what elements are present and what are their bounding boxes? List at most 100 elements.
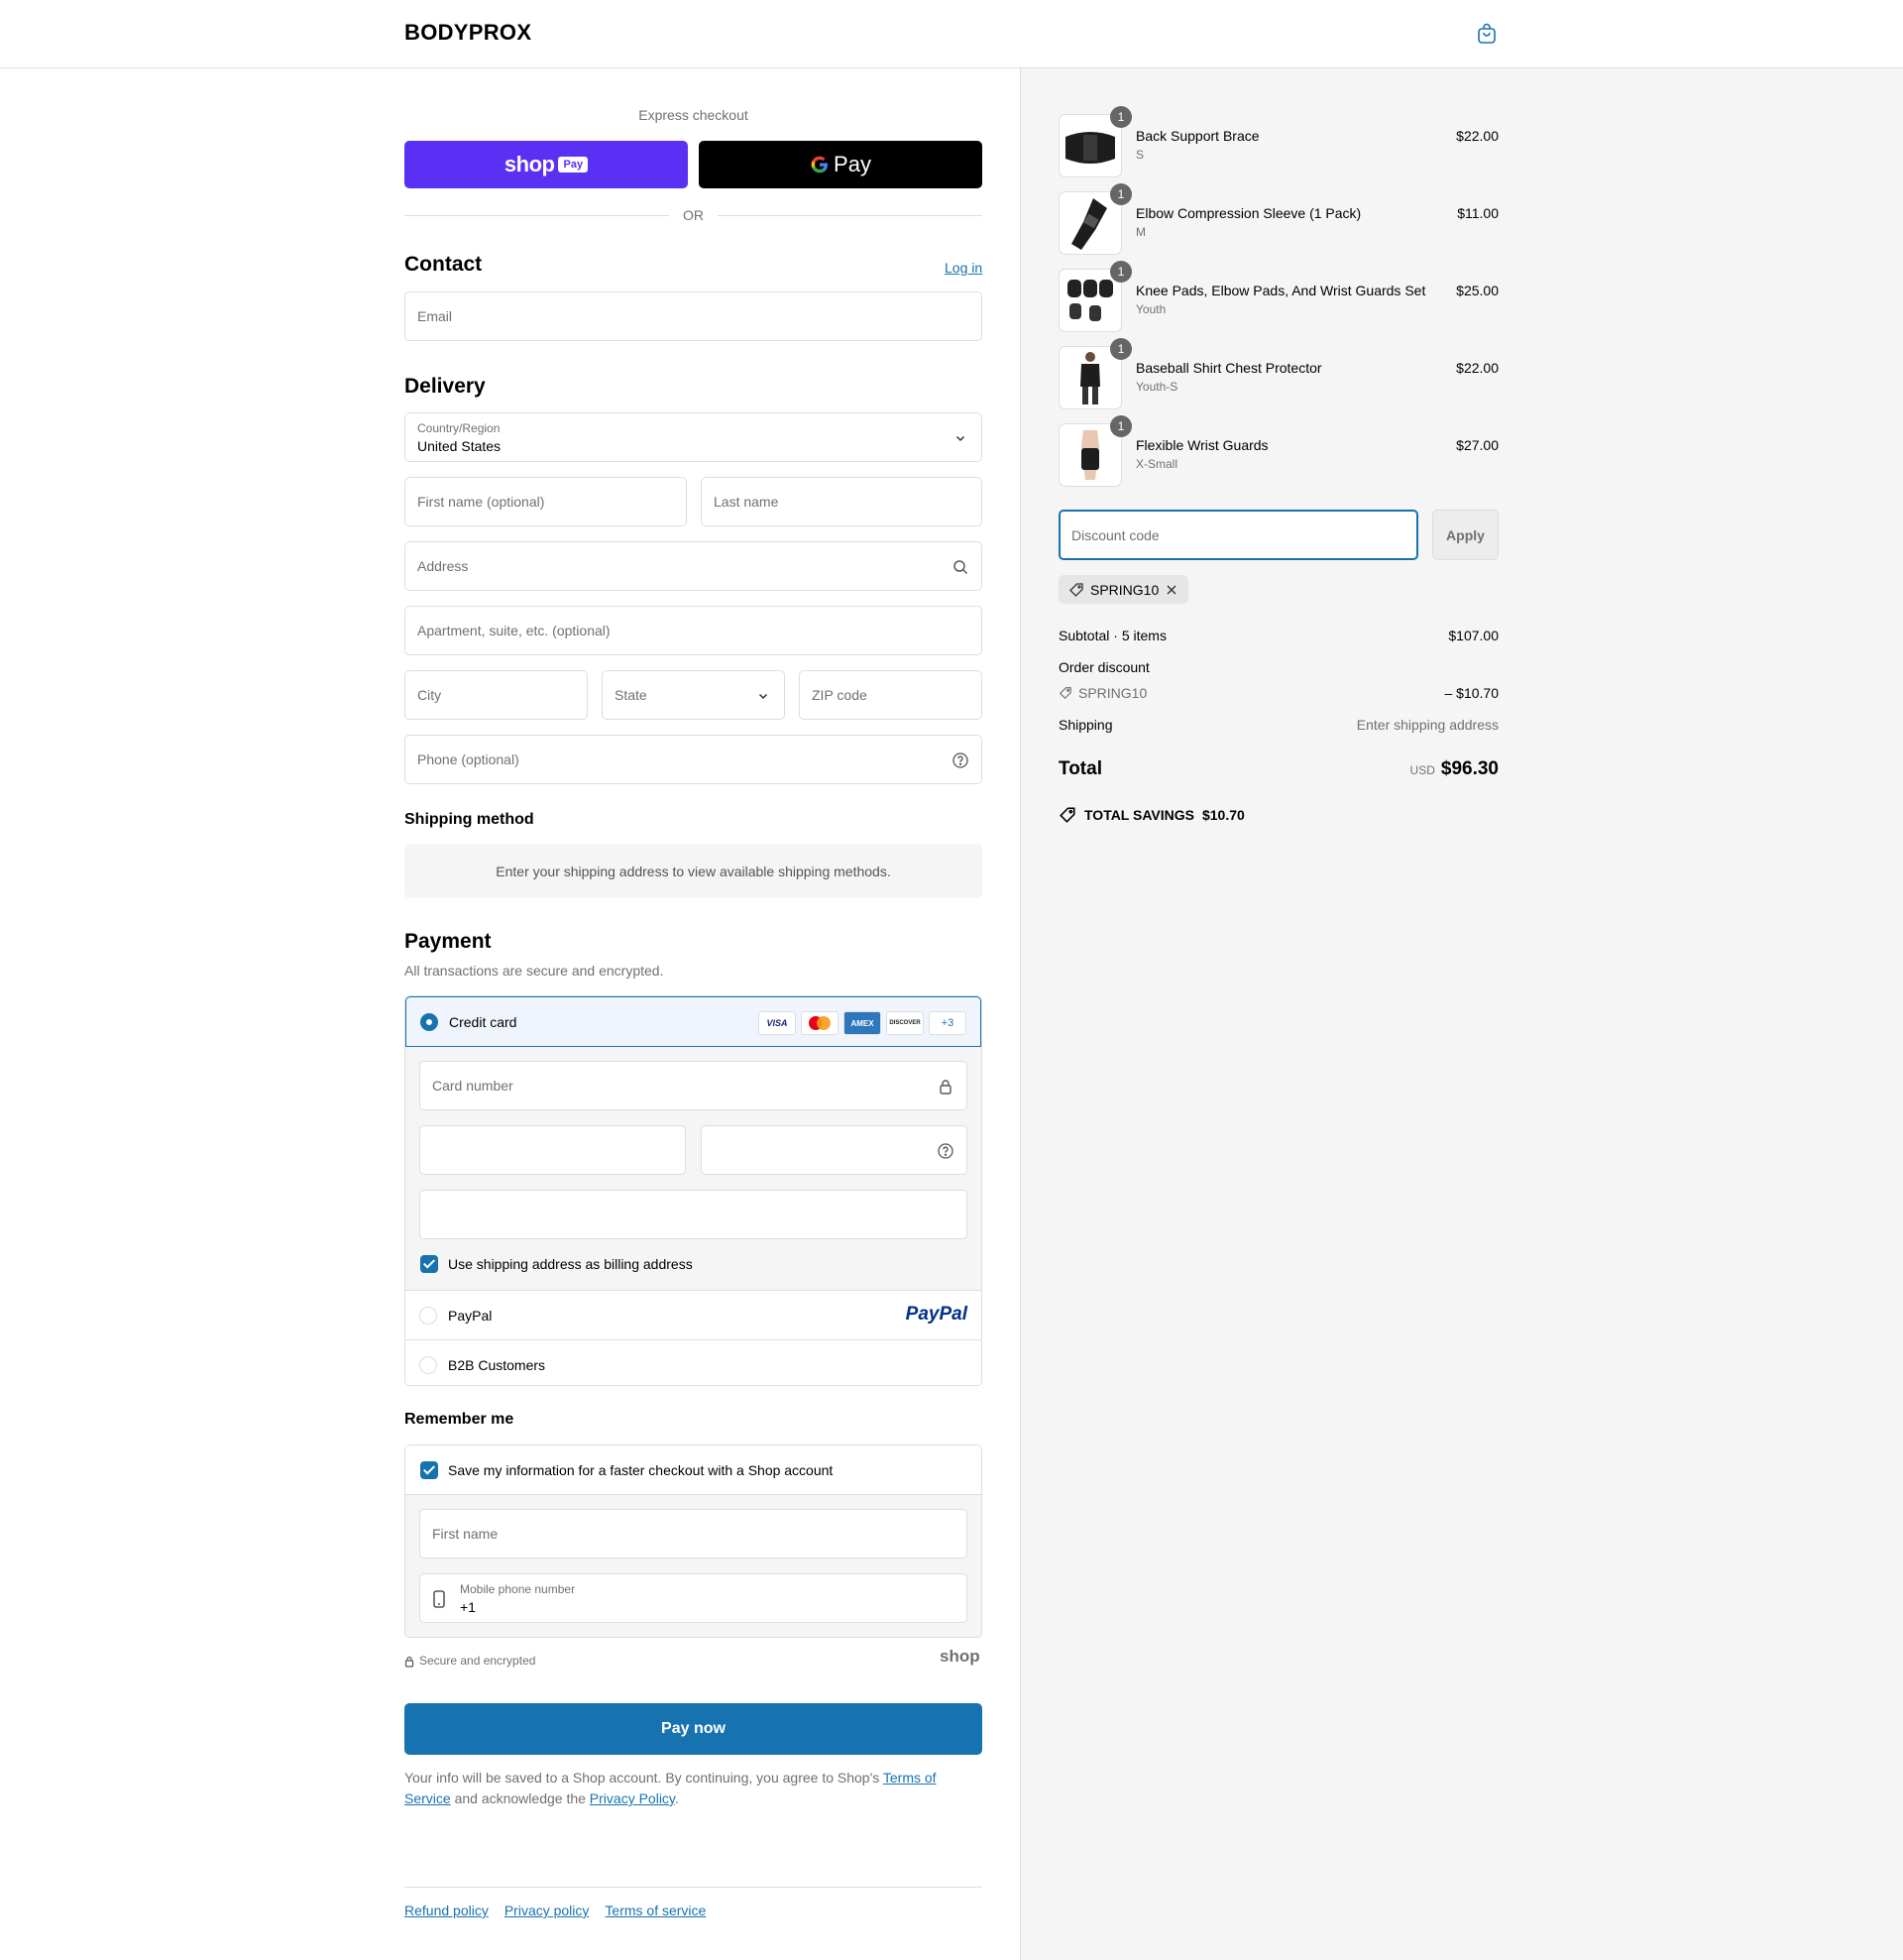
city-placeholder: City <box>417 687 442 703</box>
billing-same-checkbox[interactable] <box>420 1255 438 1273</box>
mastercard-logo <box>801 1011 839 1035</box>
zip-field[interactable]: ZIP code <box>799 670 982 720</box>
remember-me-heading: Remember me <box>404 1411 514 1428</box>
search-icon <box>953 560 968 575</box>
refund-policy-link[interactable]: Refund policy <box>404 1902 489 1918</box>
or-divider: OR <box>404 206 982 224</box>
state-placeholder: State <box>615 687 647 703</box>
applied-discount-chip: SPRING10 <box>1059 575 1189 604</box>
line-item: 1 Flexible Wrist Guards X-Small $27.00 <box>1059 415 1499 487</box>
line-item: 1 Back Support Brace S $22.00 <box>1059 106 1499 177</box>
help-circle-icon[interactable] <box>937 1142 954 1160</box>
close-icon[interactable] <box>1165 583 1178 597</box>
chevron-down-icon <box>758 693 768 700</box>
credit-card-label: Credit card <box>449 1014 517 1030</box>
address-field[interactable]: Address <box>404 541 982 591</box>
credit-card-form: Card number Use shipping address as bill… <box>405 1047 981 1291</box>
product-price: $11.00 <box>1457 205 1499 221</box>
line-item: 1 Knee Pads, Elbow Pads, And Wrist Guard… <box>1059 261 1499 332</box>
shipping-row: Shipping Enter shipping address <box>1059 717 1499 733</box>
city-field[interactable]: City <box>404 670 588 720</box>
mobile-phone-label: Mobile phone number <box>460 1582 576 1596</box>
product-name: Knee Pads, Elbow Pads, And Wrist Guards … <box>1136 283 1426 298</box>
card-number-field[interactable]: Card number <box>419 1061 967 1110</box>
shop-pay-button[interactable]: shop Pay <box>404 141 688 188</box>
delivery-heading: Delivery <box>404 375 486 398</box>
payment-heading: Payment <box>404 930 492 953</box>
quantity-badge: 1 <box>1110 261 1132 283</box>
paypal-radio[interactable] <box>419 1307 437 1325</box>
shopping-bag-icon[interactable] <box>1475 22 1499 46</box>
state-select[interactable]: State <box>602 670 785 720</box>
mobile-phone-field[interactable]: Mobile phone number +1 <box>419 1573 967 1623</box>
footer-links: Refund policy Privacy policy Terms of se… <box>404 1902 706 1918</box>
back-brace-image <box>1065 132 1115 164</box>
shop-pay-badge: Pay <box>558 157 589 173</box>
tag-icon <box>1059 687 1071 700</box>
legal-text: Your info will be saved to a Shop accoun… <box>404 1768 982 1809</box>
first-name-field[interactable]: First name (optional) <box>404 477 687 526</box>
paypal-label: PayPal <box>448 1308 493 1324</box>
payment-subtitle: All transactions are secure and encrypte… <box>404 963 664 979</box>
line-item: 1 Baseball Shirt Chest Protector Youth-S… <box>1059 338 1499 409</box>
line-item: 1 Elbow Compression Sleeve (1 Pack) M $1… <box>1059 183 1499 255</box>
discount-code-input[interactable]: Discount code <box>1059 510 1418 560</box>
pads-set-image <box>1067 280 1113 321</box>
google-pay-button[interactable]: Pay <box>699 141 982 188</box>
card-number-placeholder: Card number <box>432 1078 513 1094</box>
product-price: $22.00 <box>1456 360 1499 376</box>
security-code-field[interactable] <box>701 1125 967 1175</box>
visa-logo: VISA <box>758 1011 796 1035</box>
email-field[interactable]: Email <box>404 291 982 341</box>
pay-now-button[interactable]: Pay now <box>404 1703 982 1755</box>
remember-me-box: Save my information for a faster checkou… <box>404 1444 982 1638</box>
expiration-date-field[interactable] <box>419 1125 686 1175</box>
shipping-method-heading: Shipping method <box>404 811 534 828</box>
last-name-field[interactable]: Last name <box>701 477 982 526</box>
shop-first-name-field[interactable]: First name <box>419 1509 967 1558</box>
product-variant: S <box>1136 148 1145 162</box>
save-info-checkbox[interactable] <box>420 1461 438 1479</box>
save-info-row[interactable]: Save my information for a faster checkou… <box>405 1445 981 1495</box>
product-variant: Youth <box>1136 302 1167 316</box>
b2b-option[interactable]: B2B Customers <box>405 1340 981 1385</box>
last-name-placeholder: Last name <box>714 494 779 510</box>
product-price: $22.00 <box>1456 128 1499 144</box>
mobile-phone-value: +1 <box>460 1599 476 1615</box>
total-row: Total USD $96.30 <box>1059 758 1499 786</box>
country-select[interactable]: Country/Region United States <box>404 412 982 462</box>
total-savings-value: $10.70 <box>1201 807 1245 823</box>
zip-placeholder: ZIP code <box>812 687 867 703</box>
quantity-badge: 1 <box>1110 338 1132 360</box>
subtotal-row: Subtotal · 5 items $107.00 <box>1059 628 1499 643</box>
divider-line <box>404 214 669 216</box>
b2b-radio[interactable] <box>419 1356 437 1374</box>
chevron-down-icon <box>955 435 965 442</box>
help-circle-icon[interactable] <box>952 751 969 769</box>
privacy-policy-link[interactable]: Privacy policy <box>504 1902 590 1918</box>
paypal-logo: PayPal <box>905 1304 967 1325</box>
brand-logo[interactable]: BODYPROX <box>404 20 531 46</box>
more-cards-badge[interactable]: +3 <box>929 1011 966 1035</box>
shop-account-form: First name Mobile phone number +1 <box>405 1495 981 1637</box>
chest-protector-image <box>1080 352 1100 404</box>
terms-of-service-link[interactable]: Terms of service <box>605 1902 706 1918</box>
country-value: United States <box>417 438 502 454</box>
apartment-field[interactable]: Apartment, suite, etc. (optional) <box>404 606 982 655</box>
contact-heading: Contact <box>404 253 483 276</box>
credit-card-option[interactable]: Credit card VISA AMEX DISCOVER +3 <box>405 996 981 1047</box>
shop-privacy-link[interactable]: Privacy Policy <box>590 1790 675 1806</box>
save-info-label: Save my information for a faster checkou… <box>448 1462 834 1478</box>
elbow-sleeve-image <box>1071 198 1107 250</box>
tag-icon <box>1069 582 1083 597</box>
legal-text-part: . <box>674 1790 679 1806</box>
login-link[interactable]: Log in <box>945 260 982 276</box>
credit-card-radio[interactable] <box>420 1013 438 1031</box>
country-label: Country/Region <box>417 421 501 435</box>
name-on-card-field[interactable] <box>419 1190 967 1239</box>
paypal-option[interactable]: PayPal PayPal <box>405 1291 981 1340</box>
phone-field[interactable]: Phone (optional) <box>404 735 982 784</box>
footer-divider <box>404 1887 982 1888</box>
apply-discount-button[interactable]: Apply <box>1432 510 1499 560</box>
product-variant: Youth-S <box>1136 380 1178 394</box>
